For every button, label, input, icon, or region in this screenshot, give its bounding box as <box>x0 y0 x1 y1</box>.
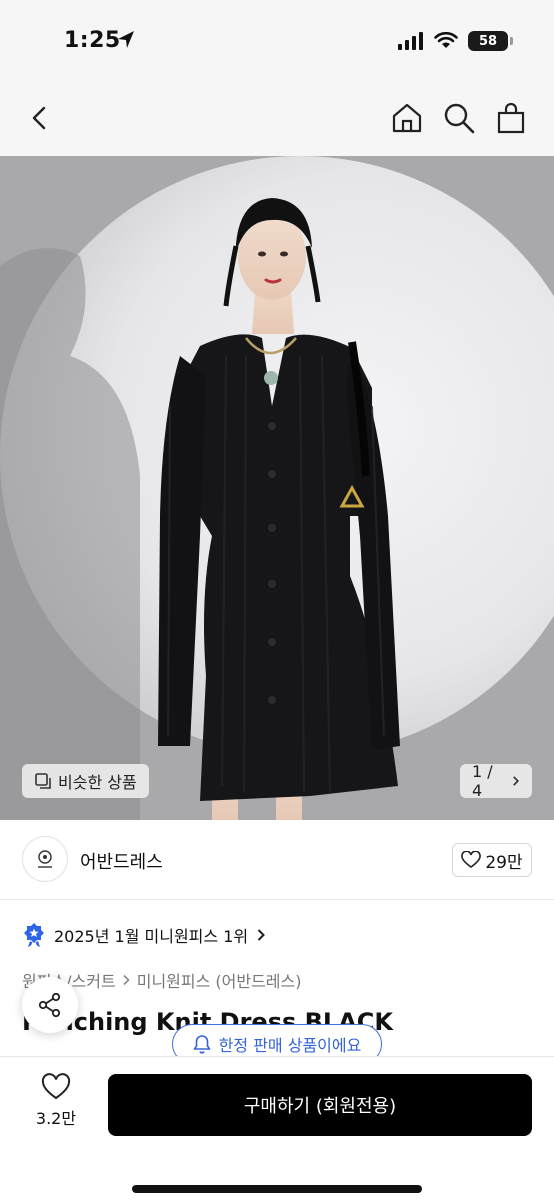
similar-products-button[interactable]: 비슷한 상품 <box>22 764 149 798</box>
battery-level: 58 <box>478 33 498 49</box>
search-button[interactable] <box>442 100 476 136</box>
wishlist-button[interactable]: 3.2만 <box>22 1073 90 1129</box>
back-icon <box>32 106 46 130</box>
brand-row: 어반드레스 29만 <box>0 820 554 900</box>
back-button[interactable] <box>22 100 58 136</box>
heart-icon <box>41 1073 71 1100</box>
wishlist-count: 3.2만 <box>35 1109 77 1128</box>
buy-button-label: 구매하기 (회원전용) <box>243 1096 397 1117</box>
cart-button[interactable] <box>494 100 528 136</box>
brand-name[interactable]: 어반드레스 <box>80 848 163 874</box>
ranking-text: 2025년 1월 미니원피스 1위 <box>54 927 249 946</box>
similar-products-label: 비슷한 상품 <box>58 773 137 792</box>
search-icon <box>444 103 475 134</box>
home-button[interactable] <box>390 100 424 136</box>
limited-sale-text: 한정 판매 상품이에요 <box>218 1036 362 1055</box>
status-bar: 1:25 58 <box>0 0 554 80</box>
image-counter-label: 1 / 4 <box>472 762 493 800</box>
chevron-right-icon <box>257 929 266 941</box>
bell-icon <box>193 1035 210 1054</box>
heart-icon <box>461 851 482 868</box>
buy-button[interactable]: 구매하기 (회원전용) <box>108 1074 532 1136</box>
wifi-icon <box>434 32 458 48</box>
nav-actions <box>390 100 528 136</box>
brand-like-count: 29만 <box>485 852 523 873</box>
ranking-medal-icon <box>24 923 44 947</box>
product-image[interactable] <box>0 156 554 820</box>
brand-like-button[interactable]: 29만 <box>452 843 532 877</box>
battery-icon: 58 <box>468 31 513 51</box>
shopping-bag-icon <box>497 102 525 134</box>
home-indicator <box>132 1185 422 1193</box>
status-time: 1:25 <box>64 28 121 53</box>
ranking-badge-link[interactable]: 2025년 1월 미니원피스 1위 <box>22 922 266 948</box>
breadcrumb-subcategory[interactable]: 미니원피스 (어반드레스) <box>137 968 302 992</box>
product-photo <box>0 156 554 820</box>
signal-icon <box>398 32 423 50</box>
share-icon <box>38 992 61 1018</box>
share-button[interactable] <box>22 977 78 1033</box>
image-counter[interactable]: 1 / 4 <box>460 762 532 800</box>
nav-bar <box>0 80 554 156</box>
home-icon <box>392 103 422 133</box>
status-indicators: 58 <box>398 31 513 51</box>
chevron-right-icon <box>123 974 130 986</box>
brand-logo-icon <box>38 850 52 868</box>
brand-logo[interactable] <box>22 836 68 882</box>
location-arrow-icon <box>118 31 134 48</box>
purchase-bar: 3.2만 구매하기 (회원전용) <box>0 1056 554 1200</box>
chevron-right-icon <box>513 776 519 786</box>
similar-items-icon <box>35 773 51 789</box>
